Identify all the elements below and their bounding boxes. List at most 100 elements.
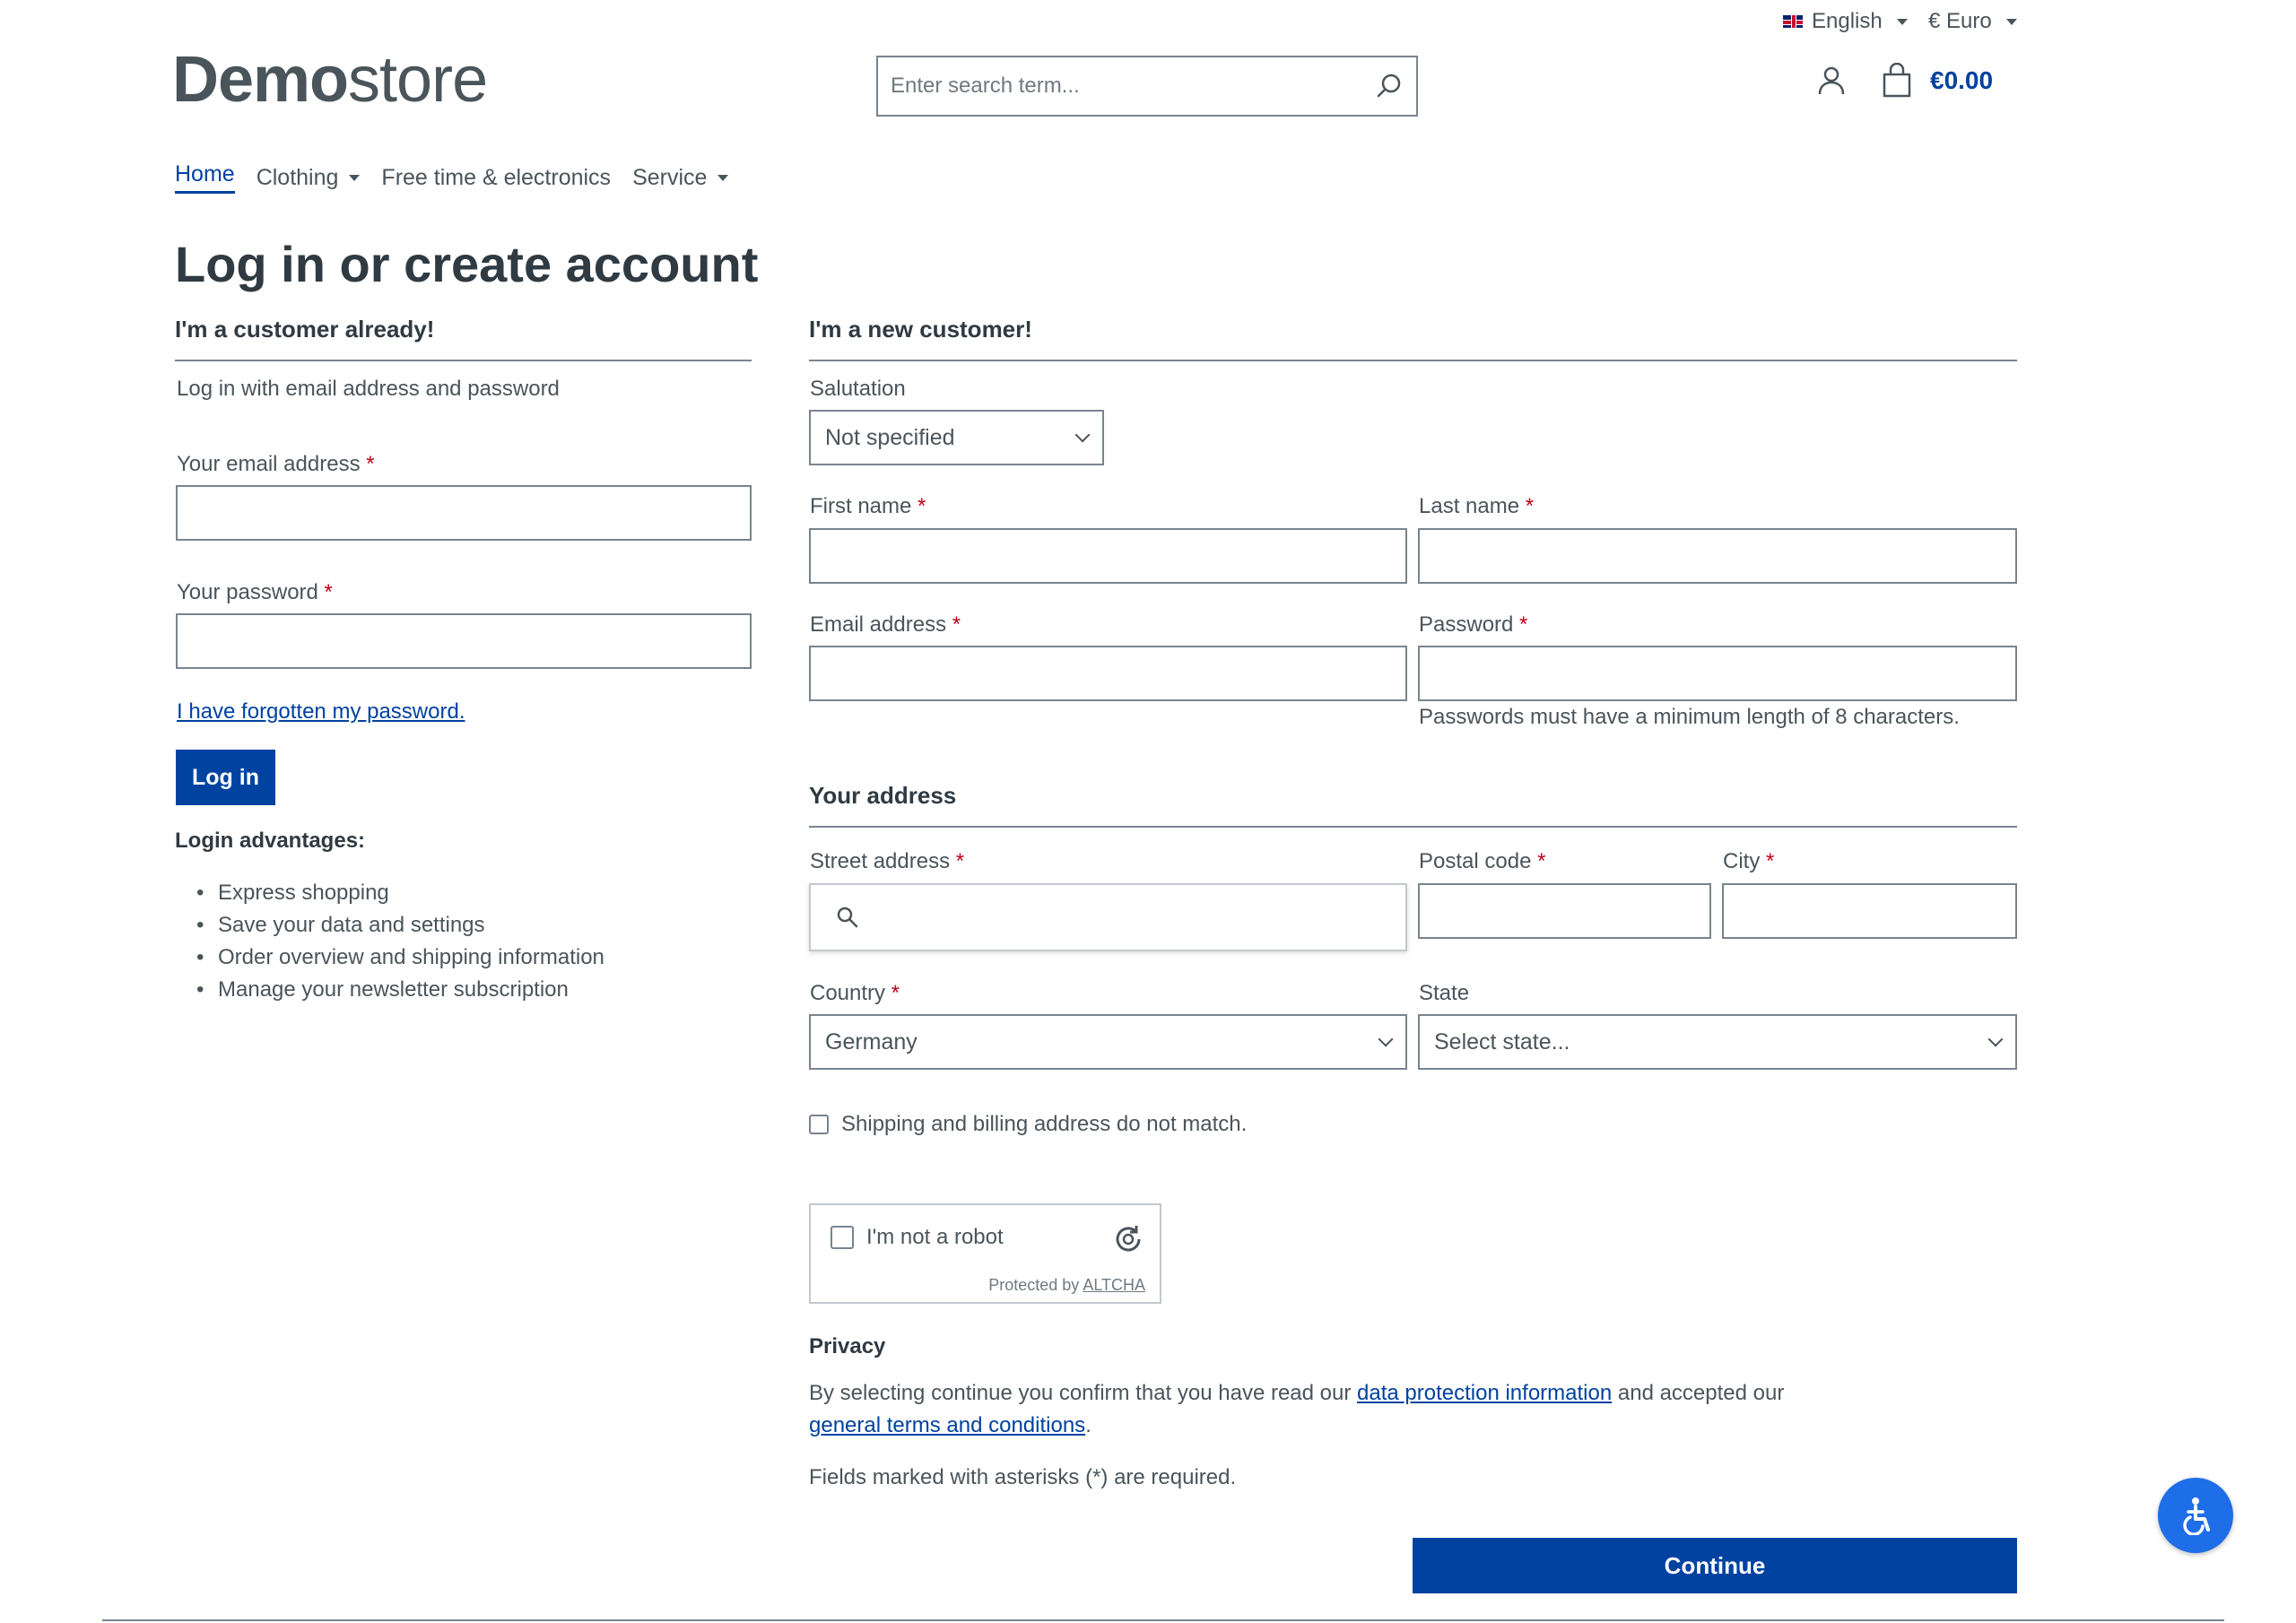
store-logo[interactable]: Demostore [172,43,488,117]
login-advantages-heading: Login advantages: [175,829,366,853]
required-marker: * [952,612,961,637]
label-text: Email address [810,612,947,637]
search-input[interactable] [878,74,1362,99]
nav-item-service[interactable]: Service [632,161,729,194]
terms-link[interactable]: general terms and conditions [809,1413,1085,1437]
currency-selector[interactable]: € Euro [1928,9,2017,34]
register-password-input[interactable] [1418,646,2017,701]
login-password-input[interactable] [176,613,752,669]
label-text: City [1723,849,1761,873]
nav-item-free-time-electronics[interactable]: Free time & electronics [381,161,611,194]
country-select[interactable]: Germany [809,1014,1407,1070]
last-name-input[interactable] [1418,528,2017,584]
different-address-label: Shipping and billing address do not matc… [841,1112,1248,1136]
required-marker: * [1766,849,1775,873]
captcha-protected-text: Protected by [988,1276,1080,1294]
different-address-option: Shipping and billing address do not matc… [809,1112,1247,1137]
login-email-label: Your email address * [177,452,375,477]
country-value: Germany [825,1028,918,1055]
city-input[interactable] [1722,883,2017,939]
list-item: Save your data and settings [175,909,604,942]
cart-total: €0.00 [1930,66,1994,94]
list-item: Order overview and shipping information [175,942,604,974]
privacy-text-part: and accepted our [1617,1381,1785,1405]
required-marker: * [366,452,375,476]
label-text: Your email address [177,452,361,476]
state-value: Select state... [1434,1028,1570,1055]
salutation-value: Not specified [825,424,955,450]
continue-button[interactable]: Continue [1413,1538,2017,1593]
country-label: Country * [810,981,900,1006]
search-icon [837,907,858,928]
logo-light-text: store [348,44,488,116]
required-marker: * [918,494,926,518]
postal-code-label: Postal code * [1419,849,1545,874]
street-address-input[interactable] [809,883,1407,951]
login-heading: I'm a customer already! [175,316,752,361]
login-email-input[interactable] [176,485,752,541]
first-name-input[interactable] [809,528,1407,584]
register-password-label: Password * [1419,612,1527,638]
chevron-down-icon [1987,1031,2004,1047]
label-text: Street address [810,849,951,873]
chevron-down-icon [1378,1031,1394,1047]
uk-flag-icon [1783,15,1803,28]
register-email-input[interactable] [809,646,1407,701]
captcha-label: I'm not a robot [866,1225,1004,1249]
language-label: English [1812,9,1883,33]
label-text: Postal code [1419,849,1532,873]
nav-label: Home [175,161,235,187]
accessibility-icon [2183,1497,2210,1535]
required-marker: * [324,580,333,604]
caret-down-icon [349,174,361,181]
logo-bold-text: Demo [172,44,349,116]
caret-down-icon [1896,18,1908,25]
captcha-checkbox[interactable] [831,1226,854,1249]
privacy-text-part: By selecting continue you confirm that y… [809,1381,1352,1405]
salutation-label: Salutation [810,377,906,401]
captcha-widget: I'm not a robot Protected by ALTCHA [809,1203,1161,1304]
required-marker: * [891,981,900,1005]
forgot-password-link[interactable]: I have forgotten my password. [177,699,465,725]
label-text: Your password [177,580,318,604]
footer-divider [102,1619,2224,1621]
register-email-label: Email address * [810,612,961,638]
login-advantages-list: Express shopping Save your data and sett… [175,877,604,1006]
search-icon[interactable] [1362,73,1416,100]
label-text: Last name [1419,494,1520,518]
first-name-label: First name * [810,494,926,519]
different-address-checkbox[interactable] [809,1115,829,1134]
refresh-icon [1112,1223,1144,1260]
nav-item-home[interactable]: Home [175,161,235,194]
required-marker: * [1519,612,1528,637]
street-label: Street address * [810,849,964,874]
login-intro: Log in with email address and password [177,377,560,401]
state-select[interactable]: Select state... [1418,1014,2017,1070]
shopping-bag-icon [1883,63,1911,98]
address-heading: Your address [809,782,2017,828]
altcha-link[interactable]: ALTCHA [1083,1276,1145,1294]
required-marker: * [1537,849,1546,873]
last-name-label: Last name * [1419,494,1534,519]
login-button[interactable]: Log in [176,750,275,805]
nav-item-clothing[interactable]: Clothing [257,161,361,194]
required-marker: * [955,849,965,873]
required-marker: * [1525,494,1535,518]
caret-down-icon [718,174,729,181]
privacy-text: By selecting continue you confirm that y… [809,1377,1975,1442]
label-text: Country [810,981,886,1005]
cart-button[interactable]: €0.00 [1880,63,1993,99]
account-icon[interactable] [1815,65,1848,101]
postal-code-input[interactable] [1418,883,1711,939]
accessibility-button[interactable] [2158,1478,2233,1553]
salutation-select[interactable]: Not specified [809,410,1104,465]
privacy-text-part: . [1085,1413,1091,1437]
register-heading: I'm a new customer! [809,316,2017,361]
data-protection-link[interactable]: data protection information [1357,1381,1612,1405]
nav-label: Service [632,164,708,190]
caret-down-icon [2005,18,2017,25]
nav-label: Free time & electronics [381,164,612,190]
language-selector[interactable]: English [1783,9,1908,34]
main-navigation: Home Clothing Free time & electronics Se… [175,161,729,194]
currency-label: € Euro [1928,9,1992,33]
